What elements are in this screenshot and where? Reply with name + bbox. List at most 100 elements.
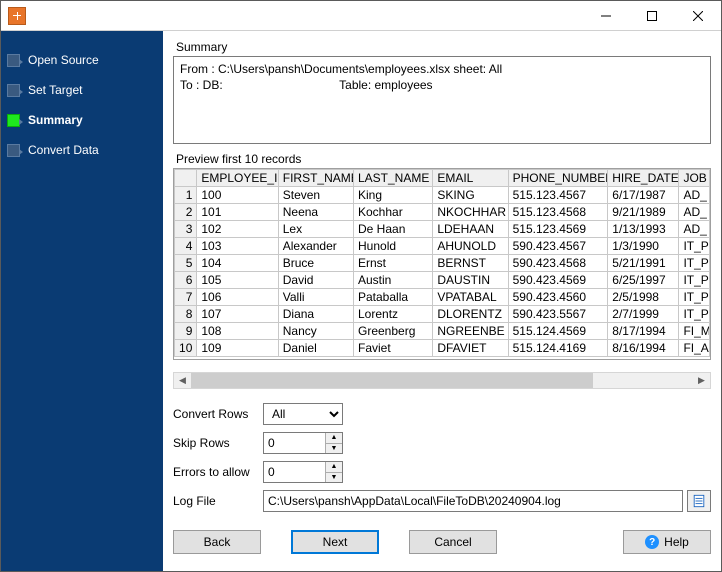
cell[interactable]: 515.124.4169 <box>508 340 608 357</box>
table-row[interactable]: 1100StevenKingSKING515.123.45676/17/1987… <box>175 187 710 204</box>
table-row[interactable]: 8107DianaLorentzDLORENTZ590.423.55672/7/… <box>175 306 710 323</box>
step-summary[interactable]: Summary <box>7 105 163 135</box>
cell[interactable]: IT_P <box>679 289 710 306</box>
cell[interactable]: DFAVIET <box>433 340 508 357</box>
cell[interactable]: Austin <box>354 272 433 289</box>
preview-grid[interactable]: EMPLOYEE_IDFIRST_NAMELAST_NAMEEMAILPHONE… <box>173 168 711 360</box>
cell[interactable]: IT_P <box>679 255 710 272</box>
table-row[interactable]: 6105DavidAustinDAUSTIN590.423.45696/25/1… <box>175 272 710 289</box>
spinner-up-icon[interactable]: ▲ <box>326 462 342 473</box>
convert-rows-select[interactable]: All <box>263 403 343 425</box>
spinner-up-icon[interactable]: ▲ <box>326 433 342 444</box>
cell[interactable]: IT_P <box>679 238 710 255</box>
cell[interactable]: 104 <box>197 255 278 272</box>
skip-rows-spinner[interactable]: ▲ ▼ <box>263 432 343 454</box>
step-convert-data[interactable]: Convert Data <box>7 135 163 165</box>
table-row[interactable]: 9108NancyGreenbergNGREENBE515.124.45698/… <box>175 323 710 340</box>
back-button[interactable]: Back <box>173 530 261 554</box>
cell[interactable]: 1/3/1990 <box>608 238 679 255</box>
cell[interactable]: 101 <box>197 204 278 221</box>
column-header[interactable]: JOB <box>679 170 710 187</box>
cell[interactable]: 590.423.5567 <box>508 306 608 323</box>
cell[interactable]: King <box>354 187 433 204</box>
cell[interactable]: Ernst <box>354 255 433 272</box>
minimize-button[interactable] <box>583 1 629 31</box>
scroll-right-icon[interactable]: ▶ <box>693 373 710 388</box>
cell[interactable]: 8/16/1994 <box>608 340 679 357</box>
cell[interactable]: AHUNOLD <box>433 238 508 255</box>
cell[interactable]: SKING <box>433 187 508 204</box>
cell[interactable]: DAUSTIN <box>433 272 508 289</box>
cell[interactable]: Lorentz <box>354 306 433 323</box>
spinner-down-icon[interactable]: ▼ <box>326 473 342 483</box>
column-header[interactable]: FIRST_NAME <box>278 170 353 187</box>
cell[interactable]: LDEHAAN <box>433 221 508 238</box>
spinner-down-icon[interactable]: ▼ <box>326 444 342 454</box>
errors-spinner[interactable]: ▲ ▼ <box>263 461 343 483</box>
cell[interactable]: 106 <box>197 289 278 306</box>
cell[interactable]: Daniel <box>278 340 353 357</box>
cell[interactable]: 515.124.4569 <box>508 323 608 340</box>
table-row[interactable]: 2101NeenaKochharNKOCHHAR515.123.45689/21… <box>175 204 710 221</box>
cell[interactable]: 515.123.4569 <box>508 221 608 238</box>
cell[interactable]: Lex <box>278 221 353 238</box>
table-row[interactable]: 3102LexDe HaanLDEHAAN515.123.45691/13/19… <box>175 221 710 238</box>
cell[interactable]: FI_M <box>679 323 710 340</box>
cell[interactable]: IT_P <box>679 306 710 323</box>
table-row[interactable]: 7106ValliPataballaVPATABAL590.423.45602/… <box>175 289 710 306</box>
cell[interactable]: 105 <box>197 272 278 289</box>
cell[interactable]: 8/17/1994 <box>608 323 679 340</box>
cell[interactable]: 515.123.4567 <box>508 187 608 204</box>
column-header[interactable]: LAST_NAME <box>354 170 433 187</box>
cell[interactable]: 590.423.4560 <box>508 289 608 306</box>
maximize-button[interactable] <box>629 1 675 31</box>
cell[interactable]: Greenberg <box>354 323 433 340</box>
cell[interactable]: FI_A <box>679 340 710 357</box>
skip-rows-input[interactable] <box>264 433 325 453</box>
cell[interactable]: 590.423.4568 <box>508 255 608 272</box>
help-button[interactable]: ? Help <box>623 530 711 554</box>
cell[interactable]: NGREENBE <box>433 323 508 340</box>
cell[interactable]: BERNST <box>433 255 508 272</box>
errors-input[interactable] <box>264 462 325 482</box>
logfile-input[interactable] <box>263 490 683 512</box>
cell[interactable]: VPATABAL <box>433 289 508 306</box>
cell[interactable]: AD_ <box>679 187 710 204</box>
browse-log-button[interactable] <box>687 490 711 512</box>
cell[interactable]: Nancy <box>278 323 353 340</box>
cell[interactable]: De Haan <box>354 221 433 238</box>
cell[interactable]: 107 <box>197 306 278 323</box>
column-header[interactable]: EMPLOYEE_ID <box>197 170 278 187</box>
cell[interactable]: NKOCHHAR <box>433 204 508 221</box>
cell[interactable]: Steven <box>278 187 353 204</box>
cell[interactable]: Neena <box>278 204 353 221</box>
cell[interactable]: 2/5/1998 <box>608 289 679 306</box>
column-header[interactable]: EMAIL <box>433 170 508 187</box>
table-row[interactable]: 5104BruceErnstBERNST590.423.45685/21/199… <box>175 255 710 272</box>
cell[interactable]: 5/21/1991 <box>608 255 679 272</box>
scroll-thumb[interactable] <box>191 373 593 388</box>
cell[interactable]: 100 <box>197 187 278 204</box>
cell[interactable]: 102 <box>197 221 278 238</box>
table-row[interactable]: 4103AlexanderHunoldAHUNOLD590.423.45671/… <box>175 238 710 255</box>
cell[interactable]: 1/13/1993 <box>608 221 679 238</box>
cell[interactable]: 9/21/1989 <box>608 204 679 221</box>
cell[interactable]: IT_P <box>679 272 710 289</box>
cell[interactable]: DLORENTZ <box>433 306 508 323</box>
column-header[interactable]: PHONE_NUMBER <box>508 170 608 187</box>
cell[interactable]: 590.423.4567 <box>508 238 608 255</box>
cell[interactable]: Kochhar <box>354 204 433 221</box>
table-row[interactable]: 10109DanielFavietDFAVIET515.124.41698/16… <box>175 340 710 357</box>
cell[interactable]: Alexander <box>278 238 353 255</box>
horizontal-scrollbar[interactable]: ◀ ▶ <box>173 372 711 389</box>
cell[interactable]: 6/17/1987 <box>608 187 679 204</box>
cell[interactable]: Pataballa <box>354 289 433 306</box>
cell[interactable]: Valli <box>278 289 353 306</box>
cell[interactable]: 109 <box>197 340 278 357</box>
cell[interactable]: 515.123.4568 <box>508 204 608 221</box>
column-header[interactable]: HIRE_DATE <box>608 170 679 187</box>
cell[interactable]: Hunold <box>354 238 433 255</box>
cell[interactable]: David <box>278 272 353 289</box>
cell[interactable]: AD_ <box>679 204 710 221</box>
cell[interactable]: 108 <box>197 323 278 340</box>
